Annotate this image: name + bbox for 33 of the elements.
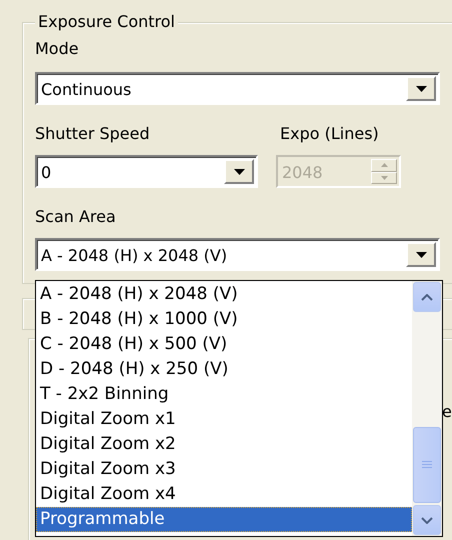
dropdown-button[interactable]	[406, 76, 436, 101]
down-arrow-icon	[380, 176, 388, 180]
dropdown-option[interactable]: A - 2048 (H) x 2048 (V)	[36, 282, 412, 307]
dropdown-arrow-icon	[416, 86, 426, 92]
dropdown-option[interactable]: Digital Zoom x4	[36, 482, 412, 507]
scan-area-label: Scan Area	[35, 206, 117, 228]
scan-area-dropdown[interactable]: A - 2048 (H) x 2048 (V)	[35, 238, 440, 271]
dropdown-option[interactable]: Digital Zoom x1	[36, 407, 412, 432]
scroll-down-button[interactable]	[413, 505, 441, 535]
dropdown-option[interactable]: C - 2048 (H) x 500 (V)	[36, 332, 412, 357]
scroll-up-button[interactable]	[413, 282, 441, 312]
dropdown-option[interactable]: T - 2x2 Binning	[36, 382, 412, 407]
scrollbar[interactable]	[412, 281, 442, 536]
chevron-up-icon	[421, 294, 433, 300]
scroll-thumb[interactable]	[413, 427, 441, 503]
label-fragment: e	[442, 402, 452, 422]
dropdown-option[interactable]: D - 2048 (H) x 250 (V)	[36, 357, 412, 382]
dropdown-option[interactable]: Digital Zoom x2	[36, 432, 412, 457]
dropdown-option[interactable]: B - 2048 (H) x 1000 (V)	[36, 307, 412, 332]
shutter-speed-label: Shutter Speed	[35, 123, 151, 145]
dropdown-arrow-icon	[234, 168, 244, 174]
expo-lines-label: Expo (Lines)	[279, 123, 380, 145]
mode-label: Mode	[35, 38, 80, 60]
dropdown-option[interactable]: Programmable	[36, 507, 412, 532]
dropdown-option[interactable]: Digital Zoom x3	[36, 457, 412, 482]
shutter-speed-dropdown[interactable]: 0	[35, 155, 258, 188]
dropdown-arrow-icon	[416, 252, 426, 258]
up-arrow-icon	[380, 163, 388, 168]
dropdown-button[interactable]	[406, 242, 436, 267]
mode-dropdown[interactable]: Continuous	[35, 72, 440, 105]
chevron-down-icon	[421, 516, 433, 524]
dropdown-button[interactable]	[224, 159, 254, 184]
grip-icon	[422, 461, 432, 469]
